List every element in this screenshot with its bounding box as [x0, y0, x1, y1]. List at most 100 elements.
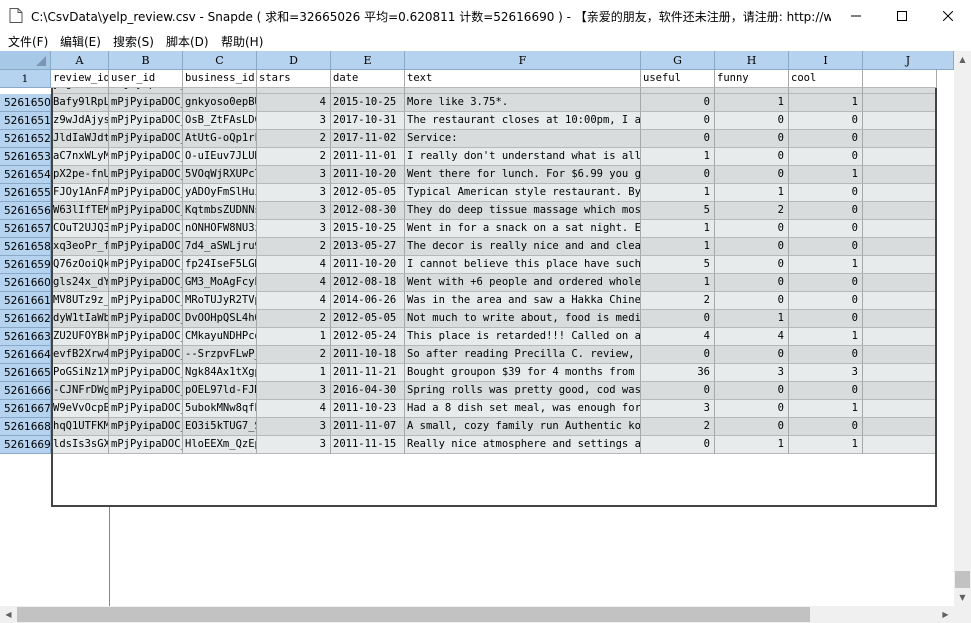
close-button[interactable]	[925, 0, 971, 31]
column-header-f[interactable]: F	[405, 51, 641, 70]
cell-extra[interactable]	[863, 256, 937, 274]
cell-extra[interactable]	[863, 202, 937, 220]
cell-business-id[interactable]: 7d4_aSWLjru9	[183, 238, 257, 256]
cell-date[interactable]: 2011-11-07	[331, 418, 405, 436]
cell-business-id[interactable]: AtUtG-oQp1rk	[183, 130, 257, 148]
cell-useful[interactable]: 1	[641, 238, 715, 256]
cell-stars[interactable]: 3	[257, 184, 331, 202]
row-header[interactable]: 5261650	[0, 94, 51, 112]
cell-review-id[interactable]: MV8UTz9z_	[51, 292, 109, 310]
column-header-b[interactable]: B	[109, 51, 183, 70]
cell-review-id[interactable]: FJOy1AnFA	[51, 184, 109, 202]
cell-date[interactable]: 2012-05-24	[331, 328, 405, 346]
minimize-button[interactable]	[833, 0, 879, 31]
cell-stars[interactable]: 2	[257, 148, 331, 166]
cell-review-id[interactable]: pX2pe-fnU	[51, 166, 109, 184]
cell-date[interactable]: 2012-08-18	[331, 274, 405, 292]
cell-review-id[interactable]: PoGSiNz1X	[51, 364, 109, 382]
cell-date[interactable]: 2012-08-30	[331, 202, 405, 220]
cell-extra[interactable]	[863, 112, 937, 130]
cell-text[interactable]: This place is retarded!!! Called on a	[405, 328, 641, 346]
cell-user-id[interactable]: mPjPyipaDOC_	[109, 238, 183, 256]
cell-cool[interactable]: 0	[789, 292, 863, 310]
cell-date[interactable]: 2016-04-30	[331, 382, 405, 400]
cell-review-id[interactable]: COuT2UJQ3	[51, 220, 109, 238]
cell-user-id[interactable]: mPjPyipaDOC_	[109, 436, 183, 454]
maximize-button[interactable]	[879, 0, 925, 31]
menu-help[interactable]: 帮助(H)	[221, 33, 263, 50]
cell-funny[interactable]: 0	[715, 238, 789, 256]
row-header[interactable]: 1	[0, 70, 51, 88]
cell-funny[interactable]: 0	[715, 346, 789, 364]
cell-user-id[interactable]: mPjPyipaDOC_	[109, 346, 183, 364]
cell-user-id[interactable]: mPjPyipaDOC_	[109, 202, 183, 220]
cell-date[interactable]: 2015-10-25	[331, 94, 405, 112]
cell-business-id[interactable]: DvOOHpQSL4hO	[183, 310, 257, 328]
menu-script[interactable]: 脚本(D)	[166, 33, 209, 50]
cell-stars[interactable]: 3	[257, 436, 331, 454]
cell-funny[interactable]: 0	[715, 382, 789, 400]
cell-extra[interactable]	[863, 130, 937, 148]
cell-funny[interactable]: 0	[715, 130, 789, 148]
menu-search[interactable]: 搜索(S)	[113, 33, 154, 50]
row-header[interactable]: 5261660	[0, 274, 51, 292]
menu-file[interactable]: 文件(F)	[8, 33, 48, 50]
cell-date[interactable]: 2012-05-05	[331, 184, 405, 202]
cell-user-id[interactable]: mPjPyipaDOC_	[109, 274, 183, 292]
cell-stars[interactable]: stars	[257, 70, 331, 88]
cell-useful[interactable]: 0	[641, 436, 715, 454]
cell-stars[interactable]: 4	[257, 292, 331, 310]
cell-cool[interactable]: 1	[789, 436, 863, 454]
cell-extra[interactable]	[863, 238, 937, 256]
cell-useful[interactable]: useful	[641, 70, 715, 88]
cell-review-id[interactable]: aC7nxWLyM	[51, 148, 109, 166]
cell-stars[interactable]: 2	[257, 310, 331, 328]
cell-useful[interactable]: 5	[641, 256, 715, 274]
cell-extra[interactable]	[863, 148, 937, 166]
cell-user-id[interactable]: mPjPyipaDOC_	[109, 328, 183, 346]
cell-cool[interactable]: 0	[789, 112, 863, 130]
cell-stars[interactable]: 2	[257, 130, 331, 148]
cell-useful[interactable]: 0	[641, 112, 715, 130]
cell-review-id[interactable]: W63lIfTEM	[51, 202, 109, 220]
cell-text[interactable]: They do deep tissue massage which most	[405, 202, 641, 220]
cell-user-id[interactable]: mPjPyipaDOC_	[109, 220, 183, 238]
cell-extra[interactable]	[863, 346, 937, 364]
row-header[interactable]: 5261664	[0, 346, 51, 364]
cell-text[interactable]: I really don't understand what is all t	[405, 148, 641, 166]
cell-user-id[interactable]: mPjPyipaDOC_	[109, 364, 183, 382]
cell-stars[interactable]: 4	[257, 274, 331, 292]
cell-date[interactable]: 2011-10-18	[331, 346, 405, 364]
cell-business-id[interactable]: nONHOFW8NU3z	[183, 220, 257, 238]
cell-extra[interactable]	[863, 418, 937, 436]
cell-text[interactable]: Not much to write about, food is medioc	[405, 310, 641, 328]
cell-extra[interactable]	[863, 382, 937, 400]
cell-cool[interactable]: 0	[789, 130, 863, 148]
cell-stars[interactable]: 1	[257, 328, 331, 346]
row-header[interactable]: 5261662	[0, 310, 51, 328]
cell-review-id[interactable]: W9eVvOcpB	[51, 400, 109, 418]
row-header[interactable]: 5261656	[0, 202, 51, 220]
cell-date[interactable]: 2015-10-25	[331, 220, 405, 238]
column-header-i[interactable]: I	[789, 51, 863, 70]
row-header[interactable]: 5261665	[0, 364, 51, 382]
cell-text[interactable]: Really nice atmosphere and settings and	[405, 436, 641, 454]
cell-useful[interactable]: 1	[641, 148, 715, 166]
row-header[interactable]: 5261653	[0, 148, 51, 166]
cell-useful[interactable]: 3	[641, 400, 715, 418]
cell-cool[interactable]: 0	[789, 274, 863, 292]
cell-user-id[interactable]: mPjPyipaDOC_	[109, 94, 183, 112]
cell-cool[interactable]: 1	[789, 166, 863, 184]
cell-extra[interactable]	[863, 274, 937, 292]
row-header[interactable]: 5261663	[0, 328, 51, 346]
cell-review-id[interactable]: Bafy9lRpL	[51, 94, 109, 112]
cell-user-id[interactable]: mPjPyipaDOC_	[109, 418, 183, 436]
cell-cool[interactable]: cool	[789, 70, 863, 88]
cell-funny[interactable]: 0	[715, 274, 789, 292]
cell-cool[interactable]: 0	[789, 184, 863, 202]
cell-user-id[interactable]: mPjPyipaDOC_	[109, 256, 183, 274]
row-header[interactable]: 5261666	[0, 382, 51, 400]
cell-funny[interactable]: 1	[715, 94, 789, 112]
cell-extra[interactable]	[863, 94, 937, 112]
cell-text[interactable]: Went there for lunch. For $6.99 you get	[405, 166, 641, 184]
